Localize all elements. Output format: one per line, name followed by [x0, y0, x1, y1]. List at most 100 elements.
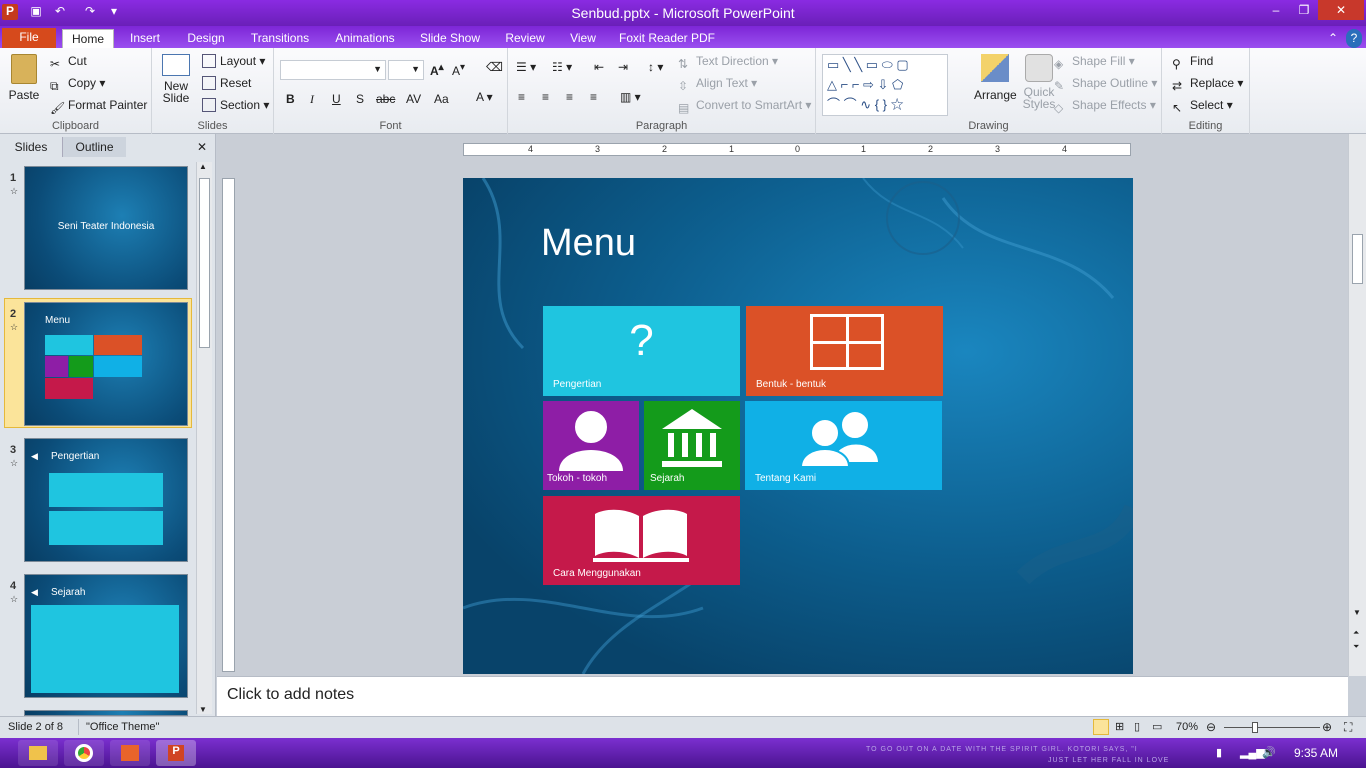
battery-icon[interactable]: ▮ [1216, 746, 1222, 759]
slide-show-icon[interactable]: ▭ [1152, 720, 1162, 733]
pane-scrollbar[interactable]: ▲ ▼ [196, 162, 212, 714]
bold-button[interactable]: B [286, 92, 295, 106]
shape-outline-button[interactable]: ✎ Shape Outline ▾ [1054, 76, 1157, 93]
scroll-down-icon[interactable]: ▼ [199, 705, 207, 714]
justify-button[interactable]: ≡ [590, 90, 597, 104]
new-slide-button[interactable]: New Slide [158, 54, 194, 104]
align-text-button[interactable]: ⇳ Align Text ▾ [678, 76, 757, 93]
reset-button[interactable]: Reset [202, 76, 251, 90]
decrease-indent-button[interactable]: ⇤ [594, 60, 604, 74]
cut-button[interactable]: ✂ Cut [50, 54, 87, 71]
scroll-down-icon[interactable]: ▼ [1353, 608, 1361, 617]
increase-indent-button[interactable]: ⇥ [618, 60, 628, 74]
app-icon[interactable] [110, 740, 150, 766]
tab-transitions[interactable]: Transitions [244, 29, 316, 48]
notes-placeholder[interactable]: Click to add notes [227, 686, 354, 704]
layout-button[interactable]: Layout ▾ [202, 54, 265, 68]
align-right-button[interactable]: ≡ [566, 90, 573, 104]
reading-view-icon[interactable]: ▯ [1134, 720, 1140, 733]
tab-slide-show[interactable]: Slide Show [414, 29, 486, 48]
zoom-level[interactable]: 70% [1176, 721, 1198, 733]
paste-button[interactable]: Paste [6, 54, 42, 102]
font-family-select[interactable]: ▼ [280, 60, 386, 80]
tile-cara-menggunakan[interactable]: Cara Menggunakan [543, 496, 740, 585]
bullets-button[interactable]: ☰ ▾ [516, 60, 536, 74]
clear-formatting-icon[interactable]: ⌫ [486, 60, 503, 74]
text-direction-button[interactable]: ⇅ Text Direction ▾ [678, 54, 778, 71]
restore-button[interactable]: ❐ [1290, 0, 1318, 20]
tile-sejarah[interactable]: Sejarah [644, 401, 740, 490]
shapes-gallery[interactable]: ▭ ╲ ╲ ▭ ⬭ ▢ △ ⌐ ⌐ ⇨ ⇩ ⬠ ⌒ ⌒ ∿ { } ☆ [822, 54, 948, 116]
file-explorer-icon[interactable] [18, 740, 58, 766]
zoom-in-icon[interactable]: ⊕ [1322, 720, 1332, 734]
tab-animations[interactable]: Animations [328, 29, 402, 48]
tile-tokoh-tokoh[interactable]: Tokoh - tokoh [543, 401, 639, 490]
zoom-slider-thumb[interactable] [1252, 722, 1258, 733]
tile-pengertian[interactable]: ? Pengertian [543, 306, 740, 396]
italic-button[interactable]: I [310, 92, 314, 107]
font-color-button[interactable]: A ▾ [476, 90, 493, 104]
copy-button[interactable]: ⧉ Copy ▾ [50, 76, 105, 93]
close-button[interactable]: ✕ [1318, 0, 1364, 20]
shadow-button[interactable]: S [356, 92, 364, 106]
font-size-select[interactable]: ▼ [388, 60, 424, 80]
line-spacing-button[interactable]: ↕ ▾ [648, 60, 663, 74]
tab-foxit-reader-pdf[interactable]: Foxit Reader PDF [614, 29, 720, 48]
numbering-button[interactable]: ☷ ▾ [552, 60, 572, 74]
previous-slide-icon[interactable]: ⏶ [1353, 628, 1359, 638]
close-pane-icon[interactable]: ✕ [194, 137, 210, 157]
arrange-button[interactable]: Arrange [974, 54, 1017, 102]
tab-view[interactable]: View [562, 29, 604, 48]
tile-tentang-kami[interactable]: Tentang Kami [745, 401, 942, 490]
grow-font-button[interactable]: A▴ [430, 62, 444, 78]
slide-thumbnail-2[interactable]: Menu [24, 302, 188, 426]
powerpoint-taskbar-icon[interactable]: P [156, 740, 196, 766]
convert-to-smartart-button[interactable]: ▤ Convert to SmartArt ▾ [678, 98, 811, 115]
shape-effects-button[interactable]: ◇ Shape Effects ▾ [1054, 98, 1156, 115]
help-icon[interactable]: ? [1346, 29, 1362, 48]
tab-home[interactable]: Home [62, 29, 114, 48]
zoom-slider[interactable] [1224, 727, 1320, 728]
tab-review[interactable]: Review [498, 29, 552, 48]
strikethrough-button[interactable]: abc [376, 92, 395, 106]
tab-insert[interactable]: Insert [120, 29, 170, 48]
normal-view-icon[interactable] [1093, 719, 1109, 735]
next-slide-icon[interactable]: ⏷ [1353, 642, 1359, 652]
section-button[interactable]: Section ▾ [202, 98, 269, 112]
slide-scrollbar[interactable]: ▼ ⏶ ⏷ [1348, 134, 1366, 676]
underline-button[interactable]: U [332, 92, 341, 106]
minimize-ribbon-icon[interactable]: ⌃ [1326, 29, 1340, 48]
scroll-thumb[interactable] [1352, 234, 1363, 284]
notes-pane[interactable]: Click to add notes [217, 676, 1348, 716]
slide-thumbnail-1[interactable]: Seni Teater Indonesia [24, 166, 188, 290]
network-icon[interactable]: ▂▄▆ [1240, 746, 1265, 759]
center-button[interactable]: ≡ [542, 90, 549, 104]
replace-button[interactable]: ⇄ Replace ▾ [1172, 76, 1243, 93]
select-button[interactable]: ↖ Select ▾ [1172, 98, 1233, 115]
tab-slides[interactable]: Slides [0, 137, 62, 157]
shrink-font-button[interactable]: A▾ [452, 62, 465, 78]
change-case-button[interactable]: Aa [434, 92, 449, 106]
tab-design[interactable]: Design [178, 29, 234, 48]
slide-2[interactable]: Menu ? Pengertian Bentuk - bentuk Tokoh … [463, 178, 1133, 674]
scroll-up-icon[interactable]: ▲ [199, 162, 207, 171]
chrome-icon[interactable] [64, 740, 104, 766]
clock[interactable]: 9:35 AM [1294, 746, 1338, 760]
fit-to-window-icon[interactable]: ⛶ [1344, 720, 1352, 735]
scroll-thumb[interactable] [199, 178, 210, 348]
find-button[interactable]: ⚲ Find [1172, 54, 1213, 71]
tab-outline[interactable]: Outline [62, 137, 126, 157]
slide-thumbnail-4[interactable]: ◀ Sejarah [24, 574, 188, 698]
minimize-button[interactable]: – [1262, 0, 1290, 20]
tab-file[interactable]: File [2, 28, 56, 48]
slide-thumbnail-3[interactable]: ◀ Pengertian [24, 438, 188, 562]
shape-fill-button[interactable]: ◈ Shape Fill ▾ [1054, 54, 1135, 71]
slide-sorter-icon[interactable]: ⊞ [1115, 720, 1124, 733]
tile-bentuk-bentuk[interactable]: Bentuk - bentuk [746, 306, 943, 396]
format-painter-button[interactable]: 🖌 Format Painter [50, 98, 147, 115]
zoom-out-icon[interactable]: ⊖ [1206, 720, 1216, 734]
volume-icon[interactable]: 🔊 [1262, 746, 1276, 759]
align-left-button[interactable]: ≡ [518, 90, 525, 104]
columns-button[interactable]: ▥ ▾ [620, 90, 641, 104]
quick-styles-button[interactable]: Quick Styles [1020, 54, 1058, 110]
